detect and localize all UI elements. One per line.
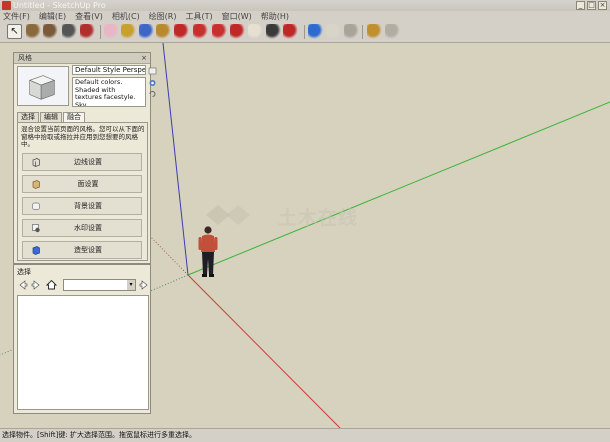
face-settings-label: 面设置 [77,180,99,188]
select-pane-toolbar: ▾ [17,278,149,292]
style-thumbnail [17,66,69,106]
extension-warehouse-icon[interactable] [367,24,382,39]
close-button[interactable]: × [598,1,607,10]
menu-tools[interactable]: 工具(T) [186,11,213,22]
style-name-field[interactable]: Default Style Perspective [72,65,146,75]
tab-select[interactable]: 选择 [17,112,39,122]
watermark-settings-label: 水印设置 [74,224,102,232]
mix-tab-content: 混合设置当前页面的风格。您可以从下面的窗格中拾取或拖拉并应用到您想要的风格中。 … [17,122,148,261]
tape-measure-icon[interactable] [121,24,136,39]
sketchup-app-icon [2,1,11,10]
modeling-settings-label: 造型设置 [74,246,102,254]
menu-help[interactable]: 帮助(H) [261,11,289,22]
select-tool-icon[interactable]: ↖ [7,24,22,39]
background-settings-label: 背景设置 [74,202,102,210]
share-model-icon[interactable] [326,24,341,39]
menu-file[interactable]: 文件(F) [3,11,30,22]
status-text: 选择物件。[Shift]键: 扩大选择范围。拖宽鼠标进行多重选择。 [2,431,196,439]
red-axis [187,274,341,428]
zoom-tool-icon[interactable] [266,24,281,39]
select-pane-title: 选择 [17,268,31,276]
styles-tabs: 选择 编辑 融合 [17,112,86,122]
maximize-button[interactable]: □ [587,1,596,10]
toolbar-separator [304,25,305,39]
menu-camera[interactable]: 相机(C) [112,11,140,22]
back-arrow-icon[interactable] [18,280,28,290]
orbit-tool-icon[interactable] [230,24,245,39]
green-axis [187,101,610,276]
toolbar-separator [100,25,101,39]
home-icon[interactable] [46,279,57,290]
mix-instructions: 混合设置当前页面的风格。您可以从下面的窗格中拾取或拖拉并应用到您想要的风格中。 [21,125,145,148]
style-description-field[interactable]: Default colors. Shaded with textures fac… [72,77,146,107]
watermark-text: 土木在线 [278,207,359,229]
edge-settings-label: 边线设置 [74,158,102,166]
menu-view[interactable]: 查看(V) [75,11,103,22]
menu-bar: 文件(F) 编辑(E) 查看(V) 相机(C) 绘图(R) 工具(T) 窗口(W… [0,11,610,22]
tab-mix[interactable]: 融合 [63,112,85,122]
paint-bucket-icon[interactable] [139,24,154,39]
zoom-extents-icon[interactable] [283,24,298,39]
select-pane: 选择 ▾ [13,264,151,414]
menu-edit[interactable]: 编辑(E) [39,11,66,22]
styles-panel: 风格 × Default Style Perspective Default c… [13,52,157,264]
styles-panel-title: 风格 [18,54,32,62]
share-component-icon[interactable] [344,24,359,39]
modeling-settings-button[interactable]: 造型设置 [22,241,142,259]
toolbar-separator [362,25,363,39]
face-settings-button[interactable]: 面设置 [22,175,142,193]
window-title: Untitled - SketchUp Pro [13,1,106,10]
arc-tool-icon[interactable] [62,24,77,39]
get-models-icon[interactable] [308,24,323,39]
pencil-tool-icon[interactable] [80,24,95,39]
status-bar: 选择物件。[Shift]键: 扩大选择范围。拖宽鼠标进行多重选择。 [0,428,610,442]
minimize-button[interactable]: _ [576,1,585,10]
style-library-dropdown[interactable]: ▾ [63,279,136,291]
details-arrow-icon[interactable] [139,280,149,290]
pan-tool-icon[interactable] [248,24,263,39]
rectangle-tool-icon[interactable] [26,24,41,39]
style-library-list[interactable] [17,295,149,410]
chevron-down-icon[interactable]: ▾ [127,280,135,290]
push-pull-icon[interactable] [156,24,171,39]
styles-panel-header: 风格 × [14,53,150,64]
update-style-icon[interactable] [148,79,157,87]
layout-send-icon[interactable] [385,24,400,39]
forward-arrow-icon[interactable] [31,280,41,290]
styles-panel-close-button[interactable]: × [141,54,147,62]
rotate-tool-icon[interactable] [193,24,208,39]
main-toolbar: ↖ [0,22,610,43]
create-style-icon[interactable] [148,67,157,75]
refresh-style-icon[interactable] [148,90,157,98]
eraser-tool-icon[interactable] [104,24,119,39]
follow-me-icon[interactable] [212,24,227,39]
scale-figure[interactable] [196,225,220,279]
watermark-settings-button[interactable]: 水印设置 [22,219,142,237]
move-tool-icon[interactable] [174,24,189,39]
title-bar: Untitled - SketchUp Pro _ □ × [0,0,610,11]
blue-axis [162,43,189,276]
background-settings-button[interactable]: 背景设置 [22,197,142,215]
edge-settings-button[interactable]: 边线设置 [22,153,142,171]
menu-window[interactable]: 窗口(W) [222,11,252,22]
circle-tool-icon[interactable] [43,24,58,39]
tab-edit[interactable]: 编辑 [40,112,62,122]
menu-draw[interactable]: 绘图(R) [149,11,177,22]
